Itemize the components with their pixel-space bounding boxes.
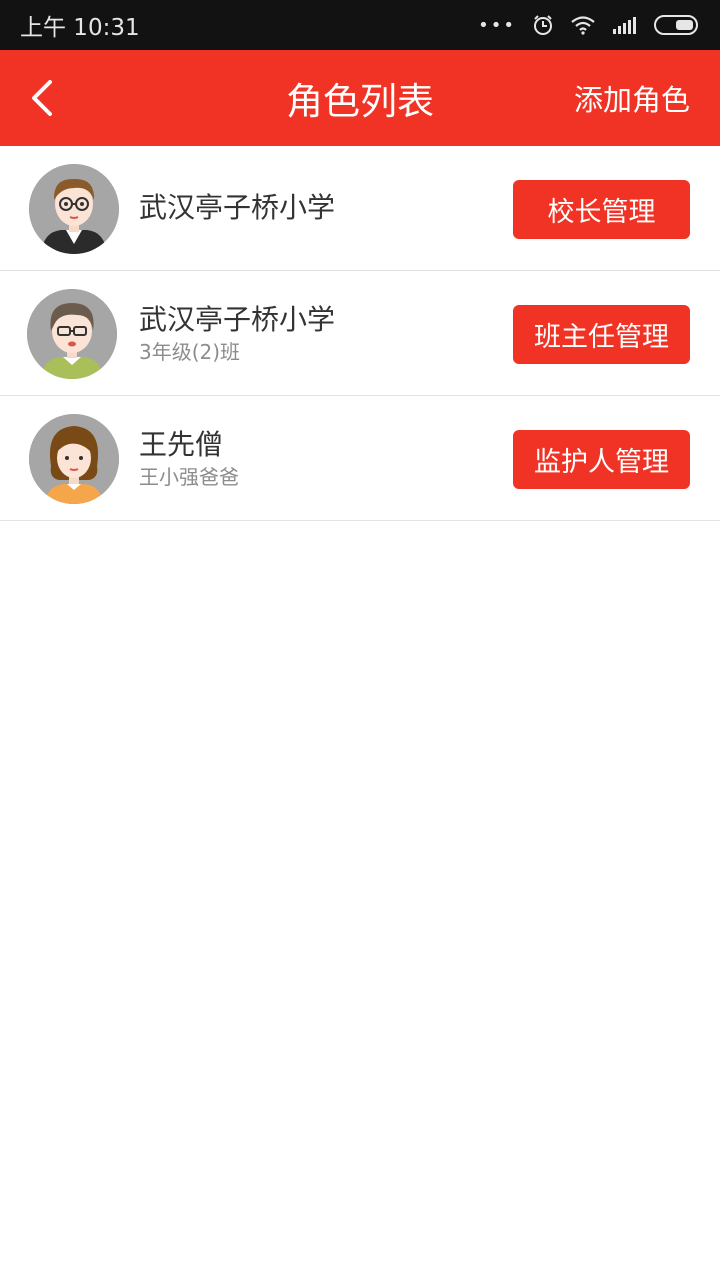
- role-class: 3年级(2)班: [139, 339, 241, 364]
- app-bar: 角色列表 添加角色: [0, 50, 720, 146]
- role-name: 武汉亭子桥小学: [139, 302, 336, 336]
- back-button[interactable]: [24, 76, 64, 120]
- more-dots-icon: •••: [478, 14, 516, 36]
- guardian-manage-button[interactable]: 监护人管理: [513, 430, 690, 489]
- role-name: 武汉亭子桥小学: [139, 191, 336, 224]
- teacher-avatar: [27, 289, 117, 379]
- role-row-guardian[interactable]: 王先僧 王小强爸爸 监护人管理: [0, 396, 720, 521]
- wifi-icon: [571, 16, 595, 35]
- status-icons: •••: [478, 14, 700, 36]
- page-title: 角色列表: [286, 80, 434, 123]
- head-teacher-manage-button[interactable]: 班主任管理: [513, 305, 690, 364]
- chevron-left-icon: [32, 80, 52, 116]
- status-time: 上午 10:31: [20, 15, 140, 41]
- battery-icon: [654, 15, 698, 35]
- role-name: 王先僧: [139, 427, 224, 461]
- role-row-teacher[interactable]: 武汉亭子桥小学 3年级(2)班 班主任管理: [0, 271, 720, 396]
- role-texts: 武汉亭子桥小学 3年级(2)班: [139, 302, 335, 365]
- role-row-principal[interactable]: 武汉亭子桥小学 校长管理: [0, 146, 720, 271]
- role-texts: 武汉亭子桥小学: [139, 190, 335, 226]
- role-texts: 王先僧 王小强爸爸: [139, 427, 239, 490]
- signal-icon: [613, 17, 636, 34]
- guardian-avatar: [29, 414, 119, 504]
- role-relation: 王小强爸爸: [139, 464, 239, 489]
- role-list: 武汉亭子桥小学 校长管理 武汉亭子桥小学 3年级(2)班 班主任管理 王先僧 王…: [0, 146, 720, 521]
- status-bar: 上午 10:31 •••: [0, 0, 720, 50]
- principal-manage-button[interactable]: 校长管理: [513, 180, 690, 239]
- alarm-icon: [534, 15, 552, 35]
- add-role-button[interactable]: 添加角色: [574, 50, 690, 146]
- principal-avatar: [29, 164, 119, 254]
